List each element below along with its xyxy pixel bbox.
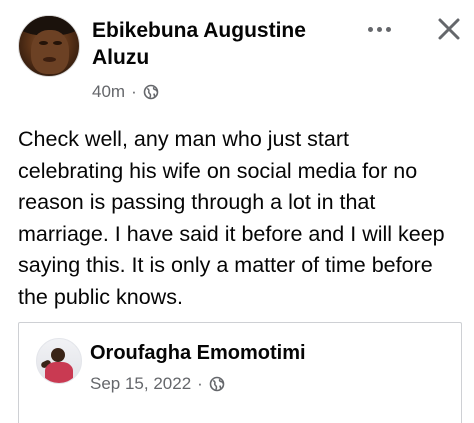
shared-author-name[interactable]: Oroufagha Emomotimi [90,340,306,366]
more-options-icon [367,26,373,32]
post-timestamp[interactable]: 40m [92,82,125,102]
globe-icon[interactable] [143,84,159,100]
shared-meta-separator: · [197,374,203,393]
meta-separator: · [131,82,137,101]
author-avatar[interactable] [18,15,80,77]
globe-icon[interactable] [209,376,225,392]
shared-post-card[interactable]: Oroufagha Emomotimi Sep 15, 2022 · [18,322,462,423]
author-name[interactable]: Ebikebuna Augustine Aluzu [92,17,342,71]
post-meta: 40m · [92,80,159,104]
shared-author-avatar[interactable] [36,338,82,384]
shared-post-date[interactable]: Sep 15, 2022 [90,374,191,394]
shared-post-meta: Sep 15, 2022 · [90,373,225,395]
more-options-button[interactable] [360,18,398,40]
close-icon[interactable] [432,12,466,46]
post-text: Check well, any man who just start celeb… [18,127,445,309]
facebook-post: Ebikebuna Augustine Aluzu 40m · Check we… [0,0,474,423]
